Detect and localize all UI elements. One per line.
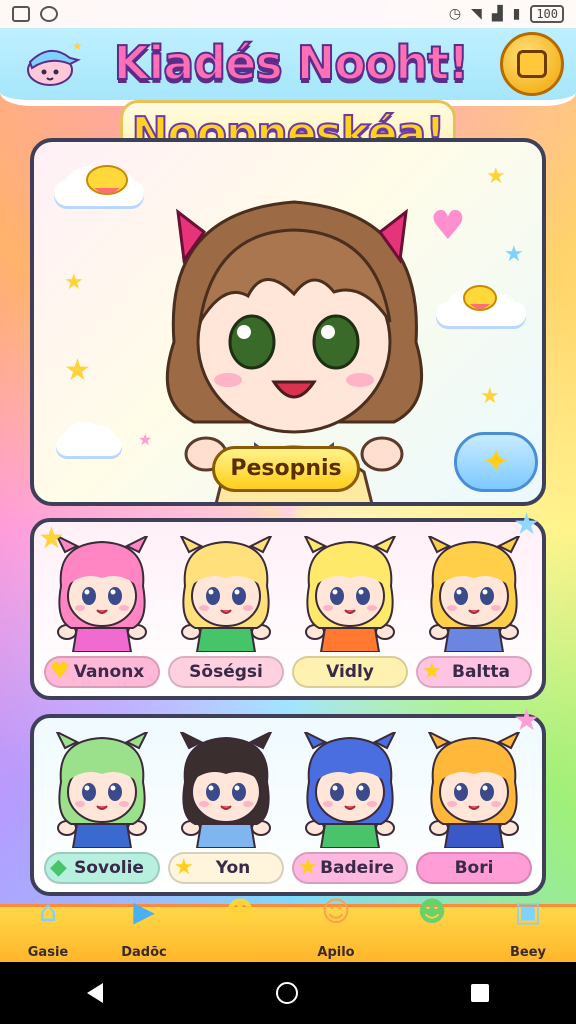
home-icon[interactable] <box>275 982 298 1004</box>
cap-mascot-icon[interactable]: ★ <box>22 40 82 88</box>
battery-indicator: 100 <box>530 5 564 23</box>
hero-action-button[interactable]: Pesopnis <box>212 446 360 492</box>
character-roster-2: ★ ◆ Sovolie ★ Yon ★ Badeire Bori <box>30 706 546 896</box>
star-icon: ★ <box>486 164 506 189</box>
status-left <box>12 6 58 22</box>
character-avatar <box>303 732 397 848</box>
character-avatar <box>55 732 149 848</box>
character-name-tag: Vidly <box>292 656 408 688</box>
character-name: Bori <box>454 858 494 878</box>
mascot-icon: ☺ <box>321 894 351 928</box>
character-name-tag: ♥ Vanonx <box>44 656 160 688</box>
inventory-icon <box>517 50 547 78</box>
character-name-tag: ◆ Sovolie <box>44 852 160 884</box>
system-nav-bar <box>0 962 576 1024</box>
sun-icon <box>463 285 497 311</box>
character-card[interactable]: Sōségsi <box>166 536 286 688</box>
character-card[interactable]: Bori <box>414 732 534 884</box>
nav-label: Dadōc <box>121 945 167 960</box>
character-avatar <box>303 536 397 652</box>
back-icon[interactable] <box>86 983 103 1003</box>
character-name-tag: Bori <box>416 852 532 884</box>
status-right: ◷ ◥ ▟ ▮ 100 <box>449 5 564 23</box>
character-name: Baltta <box>452 662 510 682</box>
character-card[interactable]: ★ Baltta <box>414 536 534 688</box>
character-card[interactable]: ♥ Vanonx <box>42 536 162 688</box>
star-icon: ★ <box>64 353 91 388</box>
star-icon: ★ <box>298 855 318 880</box>
star-icon: ★ <box>480 384 500 409</box>
character-avatar <box>427 732 521 848</box>
cat-notification-icon <box>40 6 58 22</box>
svg-text:★: ★ <box>72 40 82 53</box>
frog-icon: ☻ <box>417 894 447 928</box>
cloud-decoration <box>56 421 122 456</box>
gift-icon: ▣ <box>514 894 542 928</box>
inventory-button[interactable] <box>500 32 564 96</box>
nav-label: Beey <box>509 945 547 960</box>
ice-cream-icon: ☻ <box>225 894 255 928</box>
nav-label: Apilo <box>317 945 355 960</box>
star-icon: ★ <box>513 507 540 542</box>
character-name: Yon <box>215 858 251 878</box>
character-name: Vidly <box>326 662 374 682</box>
character-name: Badeire <box>320 858 394 878</box>
nav-item[interactable]: ☺ Apilo <box>291 895 381 962</box>
character-name: Vanonx <box>73 662 145 682</box>
character-card[interactable]: ★ Yon <box>166 732 286 884</box>
star-icon: ★ <box>38 521 65 556</box>
character-roster-1: ★ ★ ♥ Vanonx Sōségsi Vidly ★ Baltta <box>30 510 546 700</box>
character-name-tag: ★ Baltta <box>416 656 532 688</box>
star-icon: ✦ <box>481 442 511 482</box>
bottom-nav: ⌂ Gasie ▶ Dadōc ☻ ☺ Apilo ☻ ▣ Beey <box>0 895 576 962</box>
diamond-icon: ◆ <box>50 855 67 880</box>
hero-card: ♥ ★ ★ ★ ★ ★ ★ Pesopnis ✦ <box>30 138 546 506</box>
notification-icon <box>12 6 30 22</box>
star-icon: ★ <box>422 659 442 684</box>
character-name: Sovolie <box>74 858 144 878</box>
heart-icon: ♥ <box>50 659 70 684</box>
sun-icon <box>86 165 128 195</box>
character-name-tag: ★ Badeire <box>292 852 408 884</box>
game-screen: ◷ ◥ ▟ ▮ 100 ★ Kiadés Nooht! Noopneskéa! <box>0 0 576 962</box>
house-icon: ⌂ <box>39 894 57 928</box>
game-title: Kiadés Nooht! <box>113 35 470 91</box>
character-avatar <box>179 732 273 848</box>
character-card[interactable]: ◆ Sovolie <box>42 732 162 884</box>
star-icon: ★ <box>504 242 524 267</box>
character-avatar <box>427 536 521 652</box>
alarm-icon: ◷ <box>448 6 462 22</box>
play-icon: ▶ <box>133 894 155 928</box>
star-icon: ★ <box>64 270 84 295</box>
character-avatar <box>179 536 273 652</box>
nav-item[interactable]: ▶ Dadōc <box>99 895 189 962</box>
nav-item[interactable]: ⌂ Gasie <box>3 895 93 962</box>
character-card[interactable]: Vidly <box>290 536 410 688</box>
star-icon: ★ <box>513 703 540 738</box>
battery-saver-icon: ▮ <box>512 6 521 22</box>
character-name-tag: ★ Yon <box>168 852 284 884</box>
nav-label: Gasie <box>27 945 69 960</box>
recents-icon[interactable] <box>471 984 490 1002</box>
signal-icon: ▟ <box>491 6 503 22</box>
character-card[interactable]: ★ Badeire <box>290 732 410 884</box>
nav-item[interactable]: ☻ <box>195 895 285 962</box>
status-bar: ◷ ◥ ▟ ▮ 100 <box>0 0 576 28</box>
nav-item[interactable]: ▣ Beey <box>483 895 573 962</box>
wifi-icon: ◥ <box>471 6 482 22</box>
nav-item[interactable]: ☻ <box>387 895 477 962</box>
cloud-star-button[interactable]: ✦ <box>454 432 538 492</box>
character-name-tag: Sōségsi <box>168 656 284 688</box>
star-icon: ★ <box>174 855 194 880</box>
character-name: Sōségsi <box>189 662 263 682</box>
